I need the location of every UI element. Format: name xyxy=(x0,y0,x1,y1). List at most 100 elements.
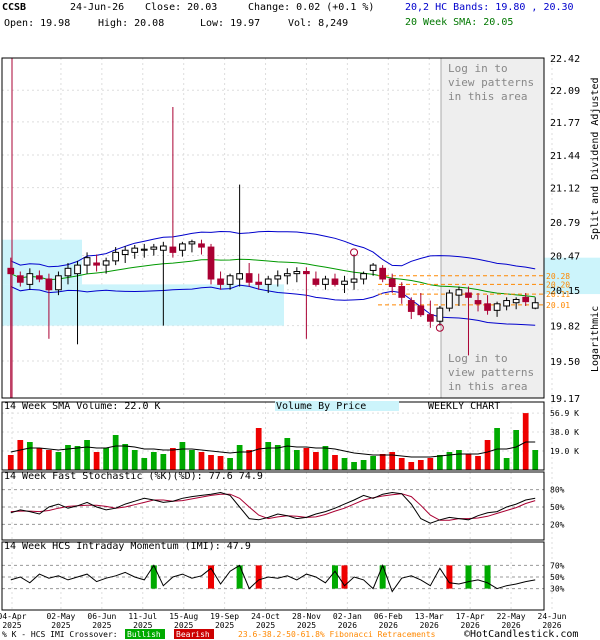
price-tick-label: 21.44 xyxy=(550,151,580,162)
candle-body xyxy=(312,278,320,285)
price-tick-label: 20.47 xyxy=(550,252,580,263)
crossover-bar xyxy=(446,565,453,589)
login-text-top-1[interactable]: Log in to xyxy=(448,62,508,75)
imi-tick-label: 50% xyxy=(550,573,565,582)
candle-body xyxy=(83,257,91,266)
volume-bar xyxy=(198,452,205,470)
volume-bar xyxy=(93,452,100,470)
price-tick-label: 22.42 xyxy=(550,54,580,65)
x-tick-year: 2025 xyxy=(51,621,70,630)
stoch-tick-label: 80% xyxy=(550,486,565,495)
price-tick-label: 21.77 xyxy=(550,118,580,129)
candle-body xyxy=(360,273,367,280)
login-shade xyxy=(441,58,544,398)
volume-bar xyxy=(274,445,281,470)
candle-body xyxy=(159,245,167,251)
volume-bar xyxy=(122,444,129,470)
stoch-tick-label: 20% xyxy=(550,520,565,529)
crossover-bar xyxy=(484,565,491,589)
candle-body xyxy=(198,243,205,248)
login-text-top-2[interactable]: view patterns xyxy=(448,76,534,89)
volume-bar xyxy=(112,435,119,470)
candle-body xyxy=(531,302,539,309)
volume-bar xyxy=(532,450,539,470)
candle-body xyxy=(16,275,24,283)
x-tick-year: 2025 xyxy=(256,621,275,630)
login-text-bottom-3[interactable]: in this area xyxy=(448,380,527,393)
x-tick-label: 22-May xyxy=(497,612,526,621)
volume-bar xyxy=(17,440,24,470)
split-adjusted-label: Split and Dividend Adjusted xyxy=(590,77,600,240)
candle-body xyxy=(484,303,491,311)
login-text-top-3[interactable]: in this area xyxy=(448,90,527,103)
volume-bar xyxy=(236,445,243,470)
volume-bar xyxy=(313,452,319,470)
volume-bar xyxy=(103,448,109,470)
volume-bar xyxy=(503,458,510,470)
candle-body xyxy=(398,286,406,298)
weekly-chart-label: WEEKLY CHART xyxy=(428,401,500,412)
candle-body xyxy=(207,246,215,280)
candle-body xyxy=(112,251,120,262)
login-text-bottom-2[interactable]: view patterns xyxy=(448,366,534,379)
x-tick-label: 13-Mar xyxy=(415,612,444,621)
crossover-bar xyxy=(255,565,262,589)
x-tick-year: 2025 xyxy=(2,621,21,630)
volume-bar xyxy=(227,458,233,470)
imi-tick-label: 70% xyxy=(550,561,565,570)
x-tick-year: 2025 xyxy=(215,621,234,630)
volume-bar xyxy=(408,462,415,470)
volume-bar xyxy=(170,448,176,470)
candle-body xyxy=(93,262,100,266)
fib-label: 20.20 xyxy=(546,280,570,289)
volume-tick-label: 38.0 K xyxy=(550,428,579,437)
volume-bar xyxy=(370,456,376,470)
volume-bar xyxy=(475,456,481,470)
price-tick-label: 19.17 xyxy=(550,394,580,405)
volume-bar xyxy=(26,442,33,470)
copyright[interactable]: ©HotCandlestick.com xyxy=(464,629,578,640)
candle-body xyxy=(121,249,129,255)
candle-body xyxy=(369,264,377,271)
candle-body xyxy=(455,289,463,296)
logarithmic-label: Logarithmic xyxy=(590,306,600,372)
volume-bar xyxy=(456,450,462,470)
volume-bar xyxy=(131,450,138,470)
volume-bar xyxy=(417,460,424,470)
candle-body xyxy=(64,267,72,277)
candle-body xyxy=(426,314,434,322)
volume-tick-label: 19.0 K xyxy=(550,447,579,456)
candle-body xyxy=(255,281,263,285)
volume-bar xyxy=(150,452,157,470)
volume-bar xyxy=(160,454,167,470)
volume-bar xyxy=(55,452,62,470)
x-tick-year: 2025 xyxy=(174,621,193,630)
candle-body xyxy=(446,292,453,309)
candle-body xyxy=(341,280,348,285)
volume-bar xyxy=(351,462,357,470)
candle-body xyxy=(407,300,415,312)
candle-body xyxy=(169,246,177,253)
price-tick-label: 22.09 xyxy=(550,86,580,97)
login-text-bottom-1[interactable]: Log in to xyxy=(448,352,508,365)
volume-bar xyxy=(84,440,90,470)
volume-bar xyxy=(179,442,186,470)
candle-body xyxy=(274,275,282,280)
x-tick-label: 02-Jan xyxy=(333,612,362,621)
candlestick-chart: 22.4222.0921.7721.4421.1220.7920.4720.15… xyxy=(0,54,600,640)
volume-bar xyxy=(398,458,405,470)
volume-tick-label: 56.9 K xyxy=(550,409,579,418)
price-tick-label: 21.12 xyxy=(550,184,580,195)
x-tick-year: 2026 xyxy=(338,621,357,630)
volume-bar xyxy=(484,440,491,470)
candle-body xyxy=(465,292,472,298)
candle-body xyxy=(264,278,272,285)
volume-bar xyxy=(189,450,195,470)
x-tick-label: 06-Jun xyxy=(87,612,116,621)
candle-body xyxy=(474,300,482,305)
x-tick-label: 11-Jul xyxy=(128,612,157,621)
volume-title: 14 Week SMA Volume: 22.0 K xyxy=(4,401,161,412)
candle-body xyxy=(245,273,253,283)
candle-body xyxy=(436,307,444,322)
candle-body xyxy=(150,246,158,250)
